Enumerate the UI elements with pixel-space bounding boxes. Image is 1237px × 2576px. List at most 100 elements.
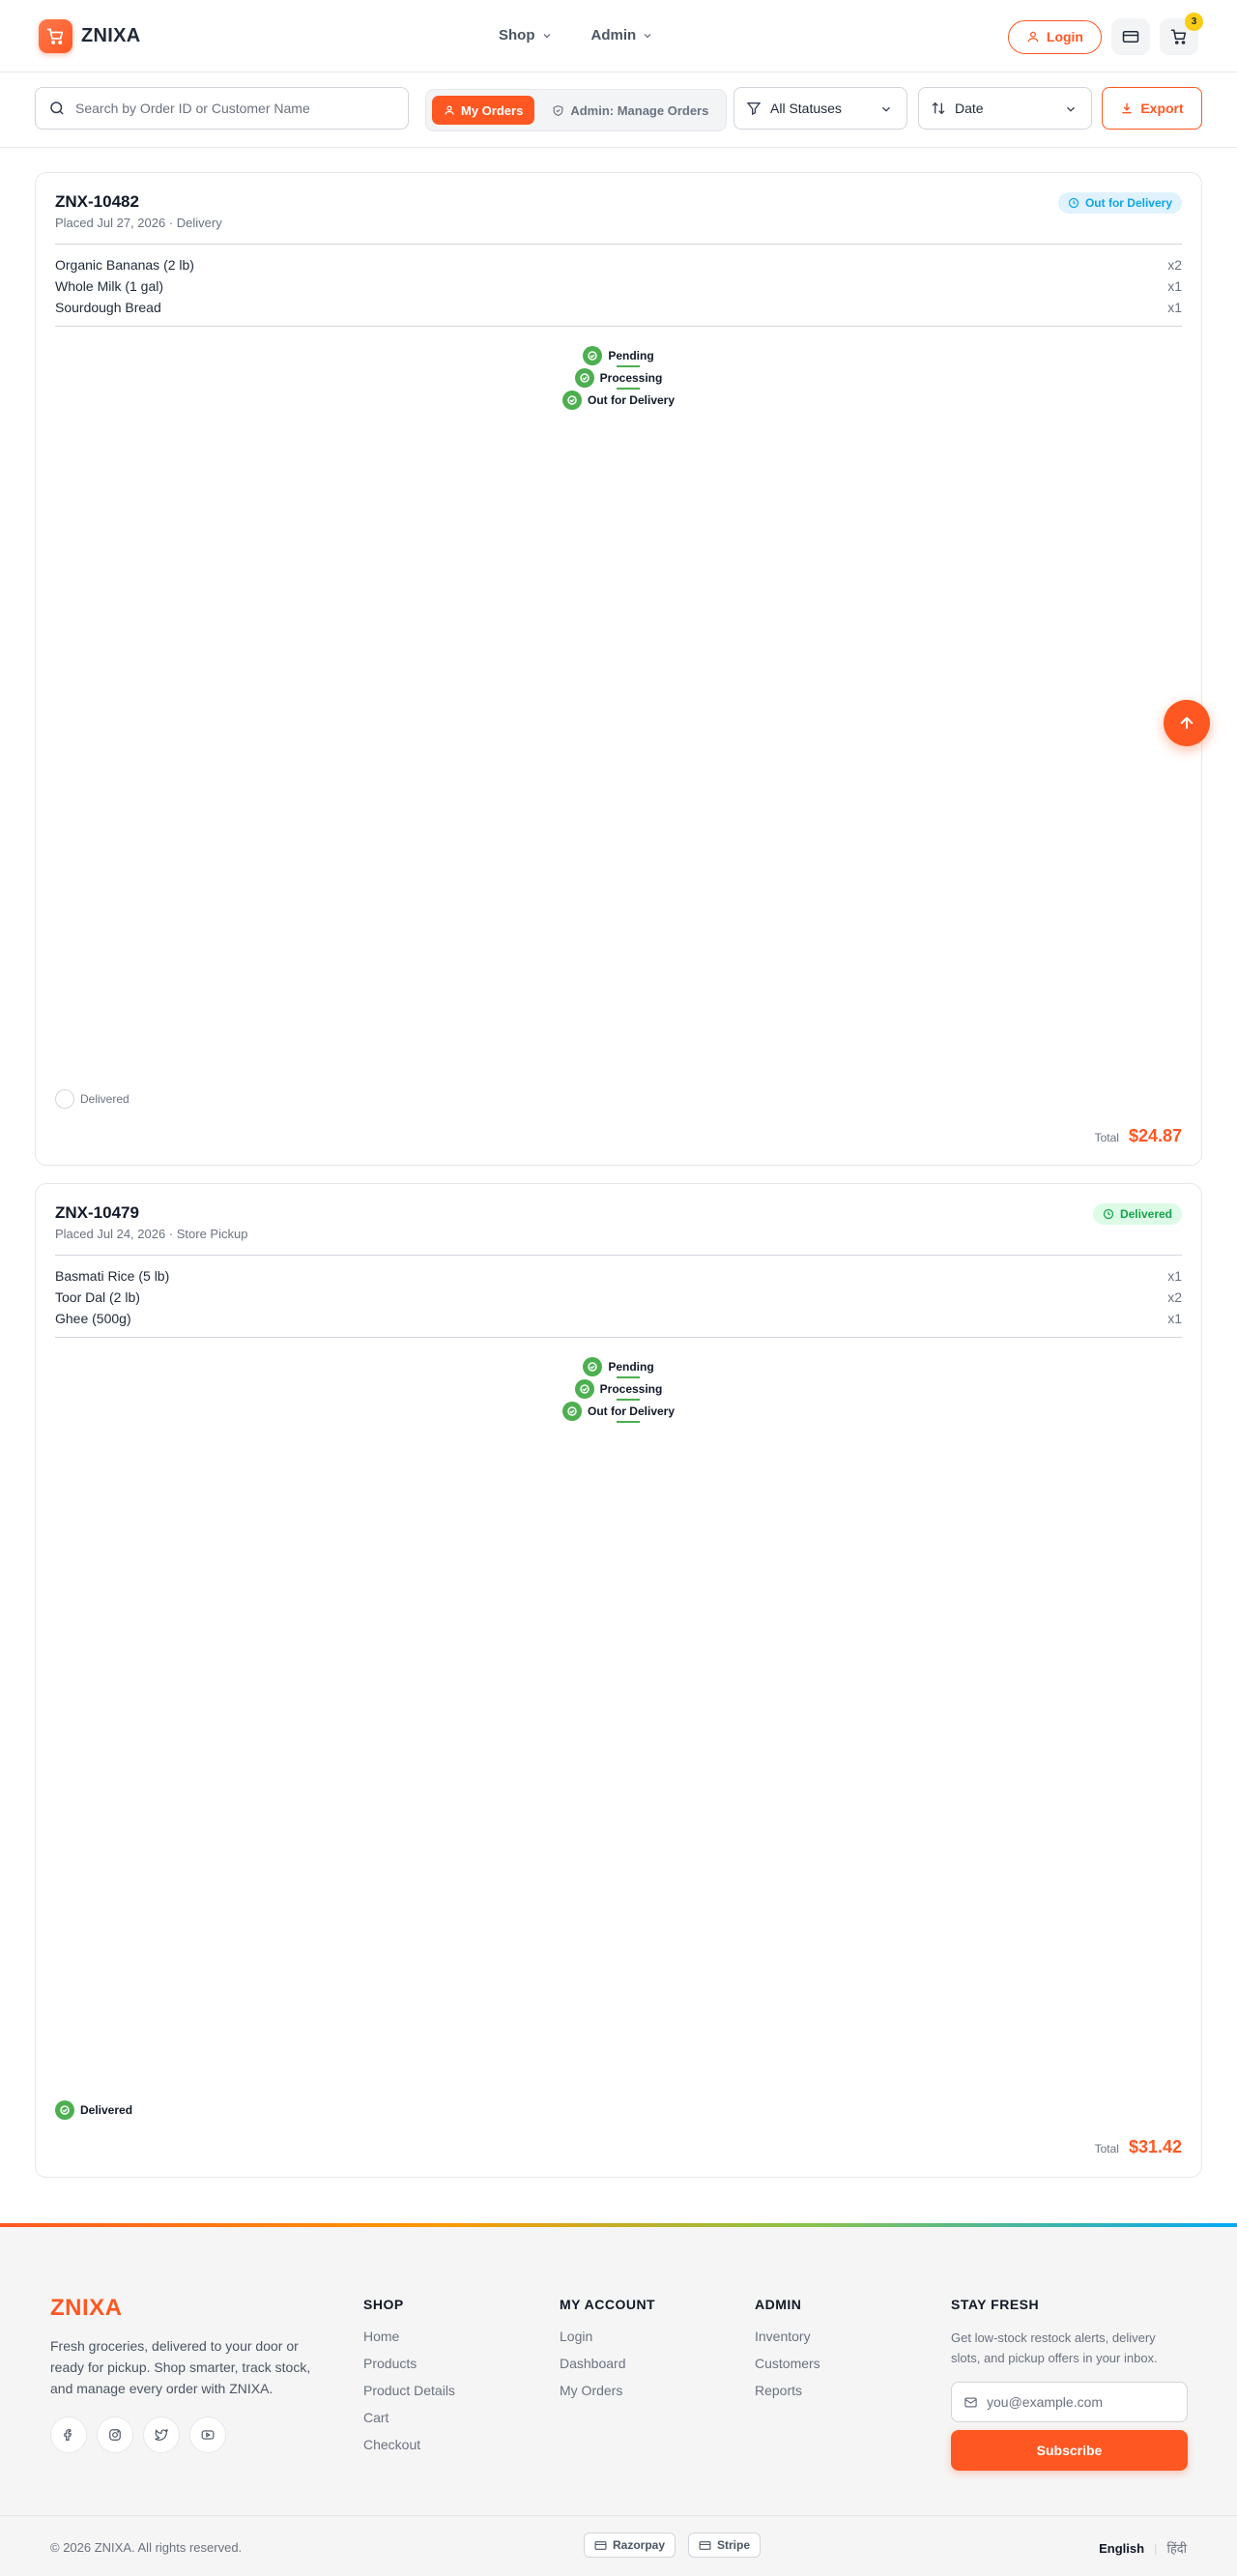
tab-my-orders[interactable]: My Orders bbox=[432, 96, 535, 125]
status-filter-value: All Statuses bbox=[770, 101, 842, 116]
step-label: Out for Delivery bbox=[587, 393, 676, 407]
footer-description: Fresh groceries, delivered to your door … bbox=[50, 2338, 311, 2396]
total-label: Total bbox=[1094, 2142, 1119, 2156]
search-input[interactable] bbox=[75, 101, 394, 116]
youtube-icon bbox=[201, 2430, 215, 2440]
user-icon bbox=[1027, 31, 1039, 43]
cart-icon bbox=[1170, 29, 1187, 44]
chevron-down-icon bbox=[543, 33, 550, 38]
sort-select[interactable]: Date bbox=[918, 87, 1092, 130]
item-name: Toor Dal (2 lb) bbox=[55, 1289, 140, 1305]
sort-value: Date bbox=[955, 101, 984, 116]
item-name: Sourdough Bread bbox=[55, 300, 161, 315]
footer-link-cart[interactable]: Cart bbox=[363, 2409, 455, 2436]
cart-count-badge: 3 bbox=[1185, 13, 1203, 31]
status-badge: Out for Delivery bbox=[1057, 192, 1182, 214]
footer-bottom: © 2026 ZNIXA. All rights reserved. Razor… bbox=[0, 2515, 1237, 2576]
tab-admin-manage-orders[interactable]: Admin: Manage Orders bbox=[540, 96, 720, 125]
nav-shop[interactable]: Shop bbox=[499, 27, 553, 43]
divider bbox=[55, 326, 1182, 327]
total-value: $24.87 bbox=[1128, 1126, 1182, 1145]
order-card: ZNX-10479 Placed Jul 24, 2026 · Store Pi… bbox=[35, 1183, 1202, 2178]
check-circle-icon bbox=[583, 346, 603, 365]
footer-col-title: ADMIN bbox=[755, 2297, 802, 2312]
scroll-to-top-button[interactable] bbox=[1164, 700, 1210, 746]
chevron-down-icon bbox=[1067, 106, 1075, 112]
logo[interactable]: ZNIXA bbox=[39, 19, 141, 53]
item-name: Basmati Rice (5 lb) bbox=[55, 1268, 170, 1284]
footer-link-checkout[interactable]: Checkout bbox=[363, 2436, 455, 2463]
footer-link-customers[interactable]: Customers bbox=[755, 2355, 820, 2382]
newsletter-description: Get low-stock restock alerts, delivery s… bbox=[951, 2330, 1158, 2365]
status-filter-select[interactable]: All Statuses bbox=[734, 87, 907, 130]
footer-col-title: SHOP bbox=[363, 2297, 404, 2312]
check-circle-icon bbox=[55, 2100, 74, 2120]
status-label: Delivered bbox=[1119, 1207, 1172, 1221]
instagram-link[interactable] bbox=[97, 2417, 133, 2453]
step-label: Delivered bbox=[80, 1092, 129, 1106]
order-tracker: Pending Processing Out for Delivery bbox=[36, 345, 1201, 411]
item-qty: x2 bbox=[1167, 257, 1182, 273]
check-circle-icon bbox=[574, 1379, 594, 1399]
clock-icon bbox=[1068, 197, 1079, 209]
empty-circle-icon bbox=[55, 1089, 74, 1109]
list-item: Basmati Rice (5 lb) x1 bbox=[55, 1265, 1182, 1287]
step-label: Processing bbox=[599, 1382, 663, 1396]
lang-english[interactable]: English bbox=[1099, 2541, 1144, 2556]
chevron-down-icon bbox=[644, 33, 651, 38]
footer-link-product-details[interactable]: Product Details bbox=[363, 2382, 455, 2409]
footer-link-my-orders[interactable]: My Orders bbox=[560, 2382, 655, 2409]
step-processing: Processing bbox=[574, 367, 662, 389]
arrow-up-icon bbox=[1180, 716, 1194, 730]
total-value: $31.42 bbox=[1128, 2137, 1182, 2156]
footer-brand: ZNIXA bbox=[50, 2295, 123, 2321]
orders-toolbar: My Orders Admin: Manage Orders All Statu… bbox=[0, 73, 1237, 148]
credit-card-icon bbox=[1122, 31, 1139, 43]
sort-icon bbox=[932, 101, 945, 115]
subscribe-button[interactable]: Subscribe bbox=[951, 2430, 1188, 2471]
language-switcher: English | हिंदी bbox=[1099, 2539, 1187, 2557]
footer-col-title: MY ACCOUNT bbox=[560, 2297, 656, 2312]
login-button[interactable]: Login bbox=[1007, 19, 1102, 54]
copyright: © 2026 ZNIXA. All rights reserved. bbox=[50, 2540, 243, 2555]
status-badge: Delivered bbox=[1092, 1203, 1182, 1225]
nav-admin[interactable]: Admin bbox=[591, 27, 654, 43]
payment-label: Stripe bbox=[717, 2538, 751, 2552]
header-actions: Login 3 bbox=[1007, 13, 1203, 55]
footer-link-dashboard[interactable]: Dashboard bbox=[560, 2355, 655, 2382]
footer-col-shop: SHOP Home Products Product Details Cart … bbox=[363, 2297, 455, 2463]
brand-name: ZNIXA bbox=[81, 25, 141, 46]
footer-link-reports[interactable]: Reports bbox=[755, 2382, 820, 2409]
footer-link-home[interactable]: Home bbox=[363, 2328, 455, 2355]
twitter-link[interactable] bbox=[143, 2417, 180, 2453]
divider bbox=[55, 244, 1182, 245]
item-qty: x1 bbox=[1167, 300, 1182, 315]
newsletter-email-input[interactable] bbox=[987, 2394, 1170, 2410]
payment-card-button[interactable] bbox=[1111, 18, 1150, 55]
search-box bbox=[35, 87, 409, 130]
step-pending: Pending bbox=[583, 1356, 654, 1377]
cart-button[interactable]: 3 bbox=[1160, 13, 1203, 55]
newsletter-email-box bbox=[951, 2382, 1188, 2422]
lang-hindi[interactable]: हिंदी bbox=[1166, 2539, 1187, 2557]
footer-link-inventory[interactable]: Inventory bbox=[755, 2328, 820, 2355]
chevron-down-icon bbox=[882, 106, 890, 112]
tab-my-orders-label: My Orders bbox=[461, 102, 524, 118]
footer-link-products[interactable]: Products bbox=[363, 2355, 455, 2382]
step-delivered: Delivered bbox=[55, 1089, 129, 1109]
check-circle-icon bbox=[561, 1402, 582, 1421]
divider bbox=[55, 1337, 1182, 1338]
nav-shop-label: Shop bbox=[499, 27, 535, 43]
facebook-link[interactable] bbox=[50, 2417, 87, 2453]
order-items: Organic Bananas (2 lb) x2 Whole Milk (1 g… bbox=[55, 254, 1182, 318]
order-tracker: Pending Processing Out for Delivery bbox=[36, 1356, 1201, 1423]
export-label: Export bbox=[1140, 101, 1184, 116]
filter-icon bbox=[746, 102, 762, 116]
order-items: Basmati Rice (5 lb) x1 Toor Dal (2 lb) x2 … bbox=[55, 1265, 1182, 1329]
newsletter: STAY FRESH Get low-stock restock alerts,… bbox=[951, 2297, 1188, 2471]
export-button[interactable]: Export bbox=[1102, 87, 1202, 130]
footer-link-login[interactable]: Login bbox=[560, 2328, 655, 2355]
site-header: ZNIXA Shop Admin Login 3 bbox=[0, 0, 1237, 72]
divider bbox=[55, 1255, 1182, 1256]
youtube-link[interactable] bbox=[189, 2417, 226, 2453]
